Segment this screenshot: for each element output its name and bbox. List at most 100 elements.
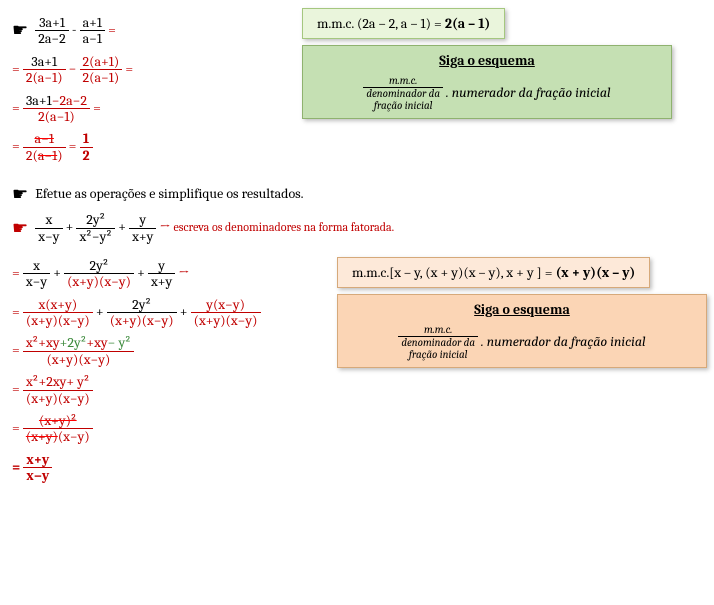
ex2-instruction: Efetue as operações e simplifique os res… (35, 185, 303, 202)
ex1-s1b-den: 2(a−1) (80, 70, 123, 85)
equals: = (69, 138, 80, 155)
ex2-s3-num-d: − y² (108, 334, 131, 351)
ex2-s2b-den: (x+y)(x−y) (107, 313, 177, 328)
ex1-s1a-den: 2(a−1) (23, 70, 66, 85)
ex2-s2a-den: (x+y)(x−y) (23, 313, 93, 328)
ex1-s1a-num: 3a+1 (31, 53, 57, 70)
plus-op: + (53, 264, 64, 281)
ex2-s2a-num: x(x+y) (23, 297, 93, 313)
equals-pre: = (12, 60, 23, 77)
ex1-mmc-label: m.m.c. (2a – 2, a – 1) = (317, 15, 445, 32)
example-2-row: = xx−y + 2y²(x+y)(x−y) + yx+y → = x(x+y)… (12, 251, 702, 491)
ex2-s2c-den: (x+y)(x−y) (191, 313, 261, 328)
equals-pre: = (12, 99, 23, 116)
ex2-mmc-label: m.m.c.[x – y, (x + y)(x – y), x + y ] = (352, 264, 556, 281)
scheme-frac-den1: denominador da (366, 87, 440, 100)
equals-pre: = (12, 419, 23, 436)
equals-pre: = (12, 342, 23, 359)
arrow-icon: → (178, 264, 189, 281)
scheme-frac-den2: fração inicial (374, 99, 433, 112)
equals-pre: = (12, 458, 23, 475)
ex2-t1-den: x−y (35, 229, 62, 244)
ex2-t1-num: x (35, 212, 62, 228)
minus-op: − (69, 60, 80, 77)
ex2-s1b-den: (x+y)(x−y) (64, 274, 134, 289)
equals: = (93, 99, 101, 116)
ex1-p2-num: a+1 (80, 15, 105, 31)
ex2-s3-num-a: x²+xy (26, 334, 60, 351)
ex1-mmc-result: 2(a – 1) (445, 15, 490, 32)
ex2-mmc-result: (x + y)(x – y) (556, 264, 636, 281)
ex1-s3-num: a−1 (35, 130, 54, 147)
ex2-step2: = x(x+y)(x+y)(x−y) + 2y²(x+y)(x−y) + y(x… (12, 297, 337, 329)
ex1-p1-den: 2a−2 (35, 31, 69, 46)
ex1-s2-den: 2(a−1) (23, 109, 90, 124)
scheme-tail: . numerador da fração inicial (481, 333, 646, 350)
ex2-s2b-num: 2y² (107, 297, 177, 313)
ex2-s4-den: (x+y)(x−y) (23, 391, 93, 406)
equals-pre: = (12, 138, 23, 155)
equals-pre: = (12, 380, 23, 397)
ex2-step3: = x²+xy+2y²+xy− y²(x+y)(x−y) (12, 335, 337, 367)
ex2-step5: = (x+y)²(x+y)(x−y) (12, 413, 337, 445)
plus-op: + (137, 264, 148, 281)
ex1-scheme-box: Siga o esquema m.m.c.denominador dafraçã… (302, 45, 672, 119)
ex2-s4-num: x²+2xy+ y² (23, 374, 93, 390)
ex1-s2-num-b: −2a−2 (52, 92, 87, 109)
ex2-s2c-num: y(x−y) (191, 297, 261, 313)
equals: = (125, 60, 133, 77)
ex2-s1c-den: x+y (151, 273, 172, 290)
ex2-mmc-box: m.m.c.[x – y, (x + y)(x – y), x + y ] = … (337, 257, 650, 288)
equals-pre: = (12, 264, 23, 281)
ex2-s5-num: (x+y)² (39, 412, 77, 429)
ex1-res-den: 2 (80, 148, 93, 163)
scheme-title: Siga o esquema (317, 52, 657, 69)
ex2-s1b-num: 2y² (64, 258, 134, 274)
bullet-hand-icon: ☛ (12, 218, 28, 239)
plus-op: + (66, 218, 77, 235)
ex2-s3-num-b: +2y² (60, 334, 87, 351)
ex1-s3-den-a: 2( (26, 147, 38, 164)
ex1-step3: = a−12(a−1) = 12 (12, 131, 242, 163)
ex2-s3-den: (x+y)(x−y) (23, 352, 134, 367)
ex2-t2-den: x²−y² (76, 229, 115, 244)
ex1-s3-den-c: ) (57, 147, 62, 164)
ex2-s3-num-c: +xy (86, 334, 107, 351)
ex1-s1b-num: 2(a+1) (80, 54, 123, 70)
equals-pre: = (12, 303, 23, 320)
ex2-res-num: x+y (23, 452, 52, 468)
scheme-frac-den1: denominador da (401, 336, 475, 349)
ex1-res-num: 1 (80, 131, 93, 147)
ex2-scheme-box: Siga o esquema m.m.c.denominador dafraçã… (337, 294, 707, 368)
ex2-s1a-num: x (23, 258, 50, 274)
example-1-boxes: m.m.c. (2a – 2, a – 1) = 2(a – 1) Siga o… (242, 8, 702, 119)
ex2-s1c-num: y (148, 258, 175, 274)
ex1-s3-den-b: a−1 (38, 147, 57, 164)
bullet-hand-icon: ☛ (12, 184, 28, 205)
example-1-row: ☛ 3a+12a−2 - a+1a−1 = = 3a+12(a−1) − 2(a… (12, 8, 702, 170)
ex2-instruction-line: ☛ Efetue as operações e simplifique os r… (12, 184, 702, 205)
ex2-t2-num: 2y² (76, 212, 115, 228)
example-2-boxes: m.m.c.[x – y, (x + y)(x – y), x + y ] = … (337, 251, 707, 368)
ex1-s2-num-a: 3a+1 (26, 92, 52, 109)
ex1-step2: = 3a+1−2a−22(a−1) = (12, 93, 242, 125)
ex2-s5-den-b: (x−y) (58, 428, 90, 445)
ex2-step1: = xx−y + 2y²(x+y)(x−y) + yx+y → (12, 258, 337, 290)
bullet-hand-icon: ☛ (12, 20, 28, 41)
ex2-res-den: x−y (23, 468, 52, 483)
ex2-s1a-den: x−y (26, 273, 47, 290)
plus-op: + (96, 303, 107, 320)
arrow-icon: → (159, 218, 173, 235)
plus-op: + (180, 303, 191, 320)
example-1-work: ☛ 3a+12a−2 - a+1a−1 = = 3a+12(a−1) − 2(a… (12, 8, 242, 170)
ex2-t3-den: x+y (129, 229, 156, 244)
ex2-t3-num: y (129, 212, 156, 228)
ex2-problem: ☛ xx−y + 2y²x²−y² + yx+y → escreva os de… (12, 212, 702, 244)
ex1-p2-den: a−1 (80, 31, 105, 46)
minus-op: - (72, 21, 80, 38)
ex2-s5-den-a: (x+y) (26, 428, 58, 445)
ex1-step1: = 3a+12(a−1) − 2(a+1)2(a−1) = (12, 54, 242, 86)
scheme-frac-den2: fração inicial (409, 348, 468, 361)
plus-op: + (118, 218, 129, 235)
scheme-title: Siga o esquema (352, 301, 692, 318)
